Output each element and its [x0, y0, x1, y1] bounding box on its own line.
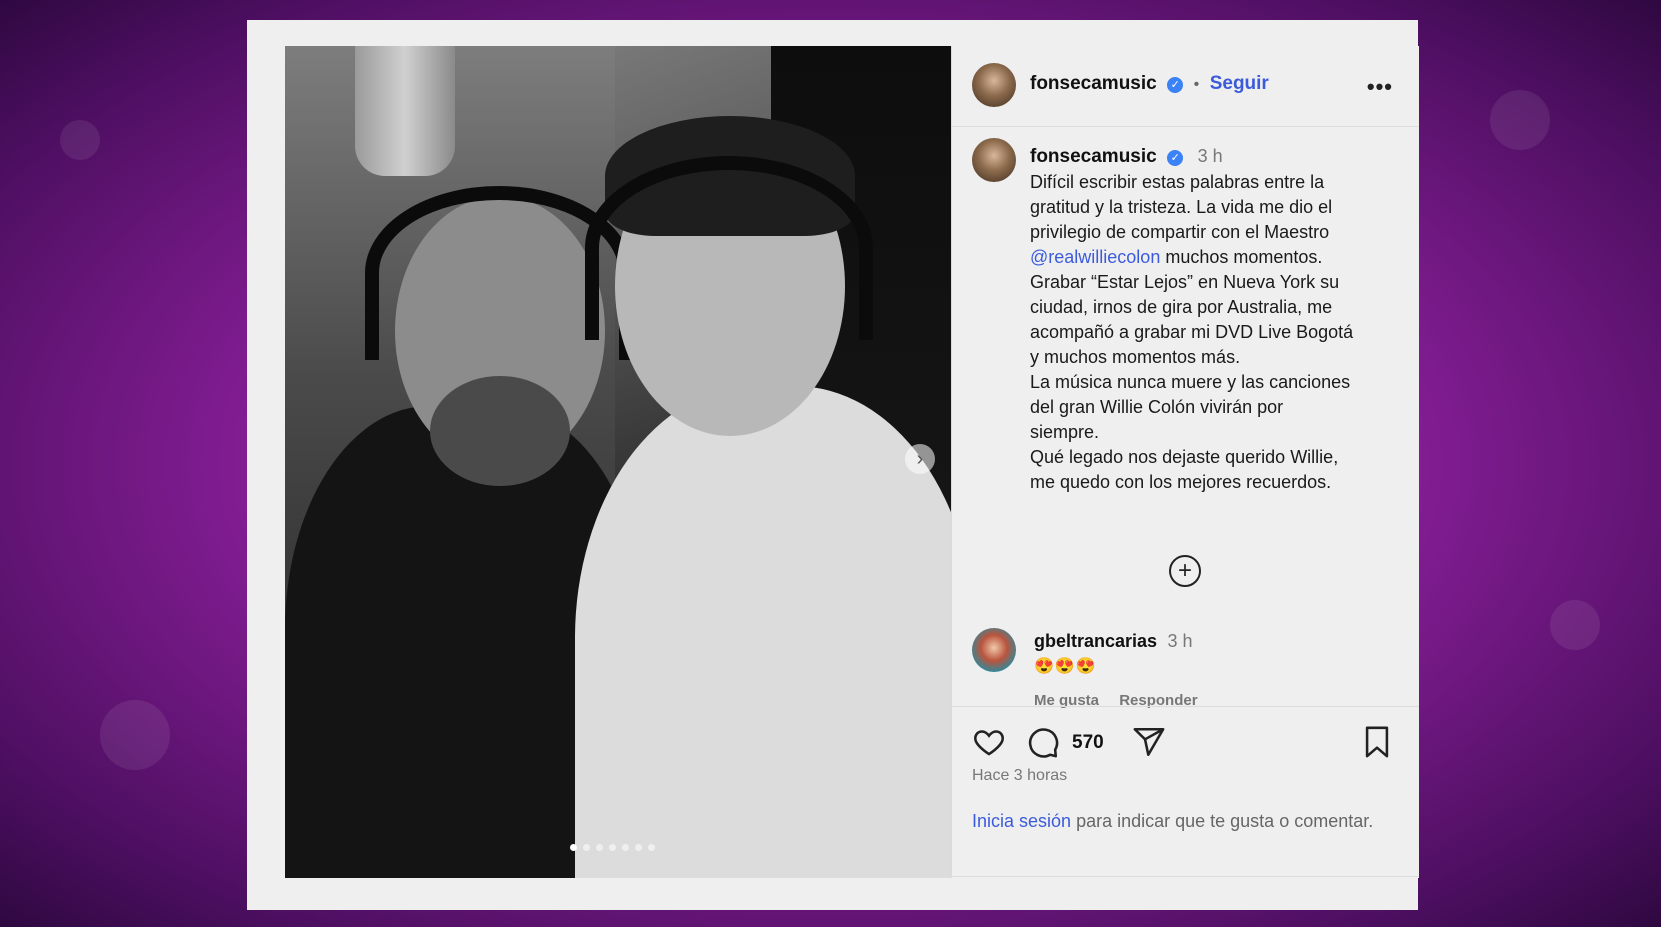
mention-link[interactable]: @realwilliecolon	[1030, 247, 1160, 267]
carousel-dot	[622, 844, 629, 851]
caption-timestamp[interactable]: 3 h	[1198, 146, 1223, 166]
caption-text: Difícil escribir estas palabras entre la…	[1030, 170, 1400, 495]
comment-count: 570	[1072, 732, 1104, 753]
follow-button[interactable]: Seguir	[1210, 73, 1269, 94]
commenter-username[interactable]: gbeltrancarias	[1034, 631, 1157, 651]
author-avatar[interactable]	[972, 63, 1016, 107]
caption-line: privilegio de compartir con el Maestro	[1030, 222, 1330, 242]
carousel-dot	[596, 844, 603, 851]
login-prompt: Inicia sesión para indicar que te gusta …	[972, 809, 1392, 834]
background-bokeh	[100, 700, 170, 770]
post-sidebar: fonsecamusic ✓ • Seguir ••• fonsecamusic…	[951, 46, 1419, 878]
comment-text: 😍😍😍	[1034, 658, 1097, 675]
caption-author-avatar[interactable]	[972, 138, 1016, 182]
carousel-dot	[570, 844, 577, 851]
carousel-dot	[609, 844, 616, 851]
carousel-dot	[635, 844, 642, 851]
commenter-avatar[interactable]	[972, 628, 1016, 672]
divider	[952, 876, 1419, 877]
carousel-dot	[648, 844, 655, 851]
author-line: fonsecamusic ✓ • Seguir	[1030, 73, 1269, 95]
carousel-indicator	[570, 844, 655, 851]
caption-rest: muchos momentos. Grabar “Estar Lejos” en…	[1030, 247, 1354, 492]
caption-username[interactable]: fonsecamusic	[1030, 146, 1157, 167]
author-username[interactable]: fonsecamusic	[1030, 73, 1157, 94]
verified-badge-icon: ✓	[1167, 149, 1184, 166]
login-link[interactable]: Inicia sesión	[972, 811, 1071, 831]
background-bokeh	[1550, 600, 1600, 650]
separator-dot: •	[1193, 76, 1200, 93]
comment-icon[interactable]	[1026, 725, 1060, 759]
photo-person-left-beard	[430, 376, 570, 486]
post-photo[interactable]: ›	[285, 46, 951, 878]
verified-badge-icon: ✓	[1167, 76, 1184, 93]
post-header: fonsecamusic ✓ • Seguir •••	[952, 46, 1419, 127]
instagram-post-window: › fonsecamusic ✓ • Seguir ••• fonsecamus…	[247, 20, 1419, 910]
comment: gbeltrancarias 3 h 😍😍😍	[1034, 631, 1193, 676]
share-icon[interactable]	[1132, 725, 1166, 759]
post-caption: fonsecamusic ✓ 3 h Difícil escribir esta…	[1030, 146, 1400, 495]
post-actions-bar: 570 Hace 3 horas	[952, 706, 1419, 807]
bookmark-icon[interactable]	[1362, 725, 1392, 759]
caption-line: gratitud y la tristeza. La vida me dio e…	[1030, 197, 1333, 217]
background-bokeh	[1490, 90, 1550, 150]
more-options-icon[interactable]: •••	[1367, 74, 1393, 100]
heart-icon[interactable]	[972, 725, 1006, 759]
comment-timestamp: 3 h	[1167, 631, 1193, 651]
background-bokeh	[60, 120, 100, 160]
carousel-dot	[583, 844, 590, 851]
login-prompt-text: para indicar que te gusta o comentar.	[1071, 811, 1374, 831]
photo-headphones-right	[585, 156, 873, 340]
caption-line: Difícil escribir estas palabras entre la	[1030, 172, 1325, 192]
load-more-comments-plus-icon[interactable]: +	[1169, 555, 1201, 587]
photo-person-right-body	[575, 386, 951, 878]
photo-microphone	[355, 46, 455, 176]
post-time-ago[interactable]: Hace 3 horas	[972, 767, 1067, 785]
next-slide-button[interactable]: ›	[905, 444, 935, 474]
